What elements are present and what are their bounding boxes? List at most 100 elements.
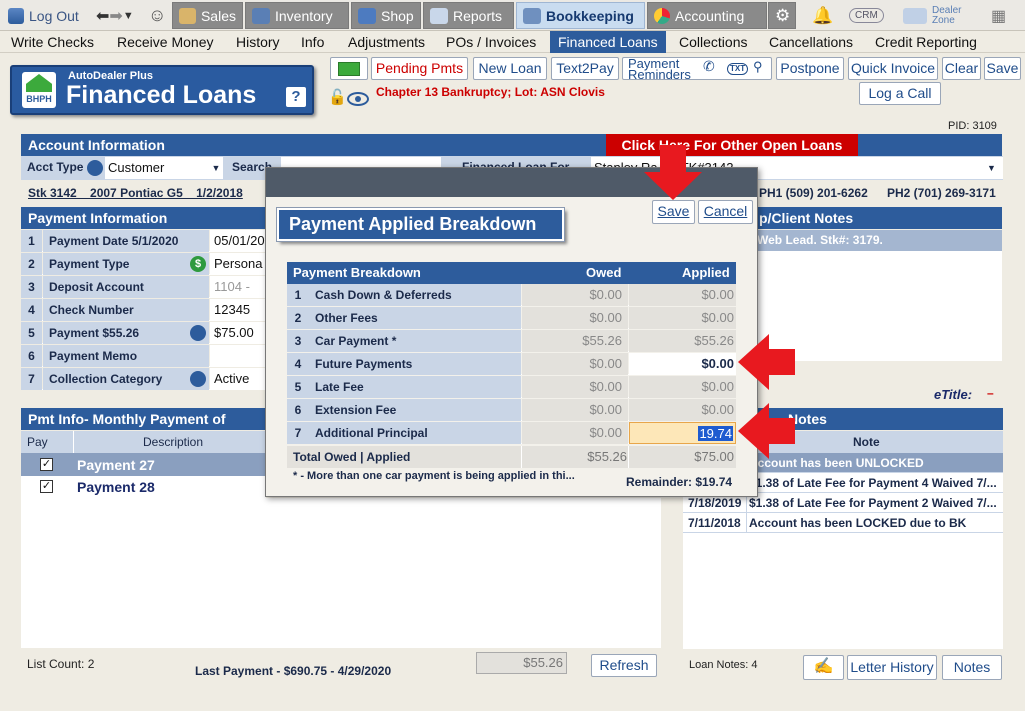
- row-number: 4: [287, 353, 309, 375]
- payment-reminders-button[interactable]: Payment Reminders ✆ TXT ⚲: [622, 57, 772, 80]
- web-lead-note: Web Lead. Stk#: 3179.: [757, 230, 1002, 251]
- note-date: 7/11/2018: [688, 516, 741, 530]
- reminders-label-2: Reminders: [628, 67, 691, 80]
- signature-button[interactable]: ✍: [803, 655, 844, 680]
- owed-value: $0.00: [522, 284, 628, 306]
- row-value[interactable]: Active: [210, 368, 266, 390]
- breakdown-row: 5 Late Fee $0.00 $0.00: [287, 376, 736, 398]
- nav-financed-loans[interactable]: Financed Loans: [550, 31, 666, 53]
- log-call-button[interactable]: Log a Call: [859, 82, 941, 105]
- tab-inventory[interactable]: Inventory: [245, 2, 349, 29]
- back-arrow-icon[interactable]: ⬅: [96, 6, 109, 26]
- future-payments-applied-input[interactable]: $0.00: [629, 353, 736, 375]
- payment-info-row: 5 Payment $55.26 $75.00: [21, 322, 266, 344]
- collection-info-icon[interactable]: [190, 371, 206, 387]
- row-value[interactable]: Persona: [210, 253, 266, 275]
- dialog-cancel-button[interactable]: Cancel: [698, 200, 753, 224]
- dealer-zone-button[interactable]: Dealer Zone: [897, 2, 977, 29]
- face-icon[interactable]: ☺: [142, 2, 170, 29]
- row-value[interactable]: 1104 - De: [210, 276, 266, 316]
- eye-icon[interactable]: [347, 92, 369, 106]
- tab-sales[interactable]: Sales: [172, 2, 243, 29]
- house-shape: [26, 74, 52, 92]
- dollar-icon[interactable]: $: [190, 256, 206, 272]
- bell-icon[interactable]: 🔔: [806, 2, 836, 29]
- quick-invoice-button[interactable]: Quick Invoice: [848, 57, 938, 80]
- logout-button[interactable]: Log Out: [2, 2, 88, 29]
- bankruptcy-alert: Chapter 13 Bankruptcy; Lot: ASN Clovis: [376, 85, 605, 99]
- breakdown-column-header: Payment Breakdown Owed Applied: [287, 262, 736, 284]
- vehicle-info-line[interactable]: Stk 3142 2007 Pontiac G5 1/2/2018: [28, 186, 243, 200]
- notes-button[interactable]: Notes: [942, 655, 1002, 680]
- dialog-save-button[interactable]: Save: [652, 200, 695, 224]
- table-row[interactable]: 7/11/2018 Account has been LOCKED due to …: [683, 513, 1003, 533]
- financed-for-dropdown-icon[interactable]: ▼: [987, 157, 1001, 179]
- crm-button[interactable]: CRM: [843, 2, 887, 29]
- unlock-icon[interactable]: 🔓: [328, 88, 347, 110]
- acct-type-dropdown-icon[interactable]: ▼: [209, 157, 223, 179]
- top-toolbar: Log Out ⬅ ➡ ▼ ☺ Sales Inventory Shop Rep…: [0, 0, 1025, 31]
- clear-button[interactable]: Clear: [942, 57, 981, 80]
- row-value[interactable]: [210, 345, 266, 367]
- row-number: 7: [21, 368, 42, 390]
- nav-receive-money[interactable]: Receive Money: [111, 31, 220, 53]
- nav-history[interactable]: History: [230, 31, 286, 53]
- pending-payments-button[interactable]: Pending Pmts: [371, 57, 468, 80]
- page-title: Financed Loans: [66, 81, 257, 109]
- pid-label: PID: 3109: [948, 120, 997, 132]
- owed-value: $0.00: [522, 422, 628, 444]
- pmt-list-column-header: Pay Description: [21, 431, 266, 453]
- row-value[interactable]: $75.00: [210, 322, 266, 344]
- row-label: Payment Date 5/1/2020: [43, 230, 209, 252]
- help-icon[interactable]: ?: [286, 87, 306, 107]
- tab-label: Inventory: [275, 7, 333, 24]
- nav-pos-invoices[interactable]: POs / Invoices: [440, 31, 542, 53]
- tab-reports[interactable]: Reports: [423, 2, 514, 29]
- nav-cancellations[interactable]: Cancellations: [763, 31, 859, 53]
- nav-collections[interactable]: Collections: [673, 31, 753, 53]
- acct-type-select[interactable]: Customer: [105, 157, 223, 179]
- letter-history-button[interactable]: Letter History: [847, 655, 937, 680]
- postpone-button[interactable]: Postpone: [776, 57, 844, 80]
- column-divider: [628, 446, 629, 468]
- annotation-arrow-left-shaft: [768, 349, 795, 375]
- nav-write-checks[interactable]: Write Checks: [5, 31, 100, 53]
- nav-info[interactable]: Info: [295, 31, 330, 53]
- tab-label: Bookkeeping: [546, 7, 634, 24]
- gear-icon[interactable]: ⚙: [768, 2, 796, 29]
- crm-cloud-icon: CRM: [849, 8, 884, 23]
- row-value[interactable]: 12345: [210, 299, 266, 321]
- payment-info-row: 3Deposit Account1104 - De: [21, 276, 266, 316]
- calculator-icon[interactable]: ▦: [985, 2, 1007, 29]
- etitle-label: eTitle:: [934, 387, 973, 402]
- home-icon: [8, 7, 24, 24]
- save-button[interactable]: Save: [984, 57, 1021, 80]
- chevron-down-icon[interactable]: ▼: [123, 10, 134, 22]
- list-item[interactable]: ✓ Payment 28: [21, 476, 266, 498]
- nav-credit-reporting[interactable]: Credit Reporting: [869, 31, 983, 53]
- text2pay-button[interactable]: Text2Pay: [551, 57, 619, 80]
- applied-value: $0.00: [629, 376, 736, 398]
- nav-arrows[interactable]: ⬅ ➡ ▼: [90, 2, 138, 29]
- tab-bookkeeping[interactable]: Bookkeeping: [516, 2, 645, 29]
- forward-arrow-icon[interactable]: ➡: [109, 6, 122, 26]
- row-label: Collection Category: [43, 368, 209, 390]
- list-item[interactable]: ✓ Payment 27: [21, 453, 266, 476]
- column-divider: [521, 446, 522, 468]
- pay-checkbox[interactable]: ✓: [40, 480, 53, 493]
- other-open-loans-button[interactable]: Click Here For Other Open Loans: [606, 134, 858, 156]
- tab-shop[interactable]: Shop: [351, 2, 421, 29]
- pay-checkbox[interactable]: ✓: [40, 458, 53, 471]
- applied-text: $0.00: [701, 356, 734, 371]
- tab-accounting[interactable]: Accounting: [647, 2, 767, 29]
- refresh-button[interactable]: Refresh: [591, 654, 657, 677]
- row-value[interactable]: 05/01/202: [210, 230, 272, 252]
- acct-type-info-icon[interactable]: [87, 160, 103, 176]
- receive-money-button[interactable]: [330, 57, 368, 80]
- row-number: 4: [21, 299, 42, 321]
- nav-adjustments[interactable]: Adjustments: [342, 31, 431, 53]
- new-loan-button[interactable]: New Loan: [473, 57, 547, 80]
- additional-principal-applied-input[interactable]: 19.74: [629, 422, 736, 444]
- bhph-label: BHPH: [26, 94, 52, 104]
- payment-info-icon[interactable]: [190, 325, 206, 341]
